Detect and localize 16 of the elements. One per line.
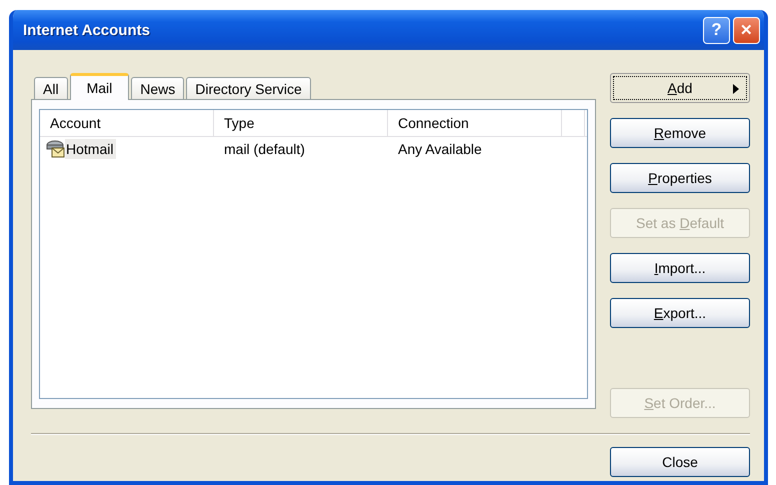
window-title: Internet Accounts [23, 22, 150, 38]
button[interactable]: Properties [610, 163, 750, 193]
account-name[interactable]: Hotmail [65, 139, 116, 159]
button[interactable]: Export... [610, 298, 750, 328]
table-cell-text: Any Available [397, 141, 483, 157]
button[interactable]: Import... [610, 253, 750, 283]
close-dialog-button[interactable]: Close [610, 447, 750, 477]
tab[interactable]: All [34, 77, 68, 99]
table-cell-text: mail (default) [223, 141, 306, 157]
arrow-icon [733, 84, 739, 94]
tab[interactable]: Mail [70, 73, 130, 100]
button[interactable]: Remove [610, 118, 750, 148]
mail-server-icon [45, 140, 65, 158]
menu-button[interactable]: Add [610, 73, 750, 103]
tab[interactable]: Directory Service [186, 77, 311, 99]
tab[interactable]: News [131, 77, 184, 99]
